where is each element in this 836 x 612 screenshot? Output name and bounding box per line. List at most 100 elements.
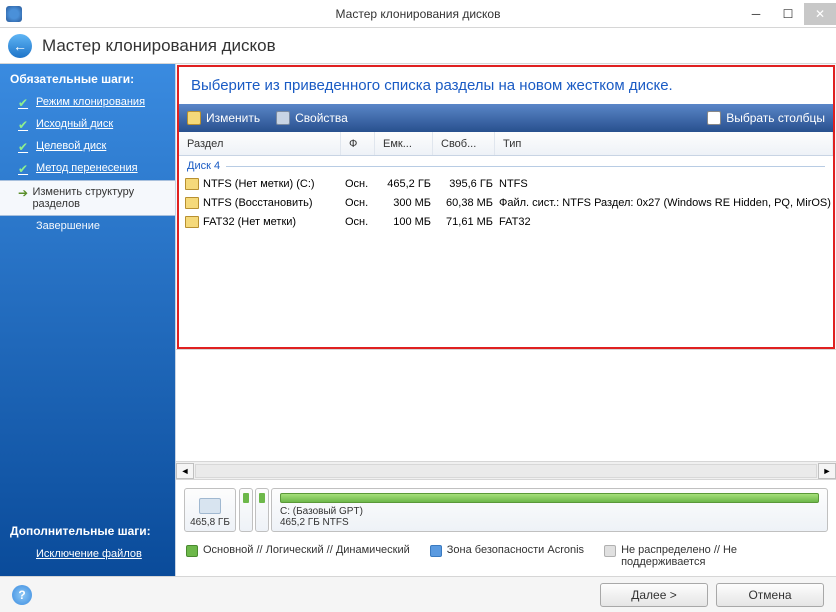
legend-swatch-gray [604,545,616,557]
sidebar-item-transfer-method[interactable]: ✔ Метод перенесения [0,158,175,180]
properties-label: Свойства [295,111,348,125]
cell-free: 71,61 МБ [437,216,499,228]
disk-map: 465,8 ГБ C: (Базовый GPT) 465,2 ГБ NTFS [176,480,836,540]
lower-panel: ◄ ► 465,8 ГБ C: (Базовый GPT) 465,2 ГБ N… [176,349,836,576]
maximize-button[interactable]: ☐ [772,3,804,25]
next-button[interactable]: Далее > [600,583,708,607]
header: ← Мастер клонирования дисков [0,28,836,64]
app-icon [6,6,22,22]
help-icon[interactable]: ? [12,585,32,605]
partition-icon [185,216,199,228]
disk-segment-small-1[interactable] [239,488,253,532]
legend-unalloc-label: Не распределено // Не поддерживается [621,544,764,568]
col-type[interactable]: Тип [495,132,833,155]
legend-zone-label: Зона безопасности Acronis [447,544,584,556]
scroll-track[interactable] [195,464,817,478]
check-icon: ✔ [18,140,30,154]
segment-size: 465,2 ГБ NTFS [280,517,819,528]
partition-panel: Выберите из приведенного списка разделы … [177,65,835,349]
sidebar-item-target-disk[interactable]: ✔ Целевой диск [0,136,175,158]
sidebar-item-source-disk[interactable]: ✔ Исходный диск [0,114,175,136]
scroll-right-icon[interactable]: ► [818,463,836,479]
sidebar: Обязательные шаги: ✔ Режим клонирования … [0,64,175,576]
table-body: Диск 4 NTFS (Нет метки) (C:) Осн. 465,2 … [179,156,833,347]
segment-bar [280,493,819,503]
edit-label: Изменить [206,111,260,125]
legend: Основной // Логический // Динамический З… [176,540,836,576]
select-columns-button[interactable]: Выбрать столбцы [707,111,825,125]
cell-flag: Осн. [345,216,379,228]
horizontal-scrollbar[interactable]: ◄ ► [176,462,836,480]
sidebar-item-label: Завершение [36,220,100,232]
col-capacity[interactable]: Емк... [375,132,433,155]
footer: ? Далее > Отмена [0,576,836,612]
cancel-button[interactable]: Отмена [716,583,824,607]
disk-segment-main[interactable]: C: (Базовый GPT) 465,2 ГБ NTFS [271,488,828,532]
back-button[interactable]: ← [8,34,32,58]
cell-free: 60,38 МБ [437,197,499,209]
sidebar-item-finish: ✔ Завершение [0,216,175,238]
legend-primary-label: Основной // Логический // Динамический [203,544,410,556]
legend-swatch-green [186,545,198,557]
check-icon: ✔ [18,118,30,132]
disk-total-label: 465,8 ГБ [190,517,230,528]
minimize-button[interactable]: ─ [740,3,772,25]
sidebar-item-label: Метод перенесения [36,162,138,174]
group-line [226,166,825,167]
sidebar-additional-title: Дополнительные шаги: [0,516,175,544]
cell-type: Файл. сист.: NTFS Раздел: 0x27 (Windows … [499,197,833,209]
sidebar-item-label: Режим клонирования [36,96,145,108]
cell-partition: NTFS (Нет метки) (C:) [203,178,345,190]
table-row[interactable]: NTFS (Восстановить) Осн. 300 МБ 60,38 МБ… [179,193,833,212]
legend-primary: Основной // Логический // Динамический [186,544,410,557]
properties-button[interactable]: Свойства [276,111,348,125]
partition-icon [185,197,199,209]
segment-label: C: (Базовый GPT) [280,506,819,517]
cell-capacity: 465,2 ГБ [379,178,437,190]
table-header: Раздел Ф Емк... Своб... Тип [179,132,833,156]
cell-type: FAT32 [499,216,833,228]
check-icon: ✔ [18,162,30,176]
cell-flag: Осн. [345,178,379,190]
columns-icon [707,111,721,125]
table-row[interactable]: FAT32 (Нет метки) Осн. 100 МБ 71,61 МБ F… [179,212,833,231]
disk-segment-small-2[interactable] [255,488,269,532]
window-title: Мастер клонирования дисков [336,7,501,21]
properties-icon [276,111,290,125]
sidebar-item-exclude-files[interactable]: ✔ Исключение файлов [0,544,175,566]
cell-capacity: 100 МБ [379,216,437,228]
toolbar: Изменить Свойства Выбрать столбцы [179,104,833,132]
sidebar-item-label: Исключение файлов [36,548,142,560]
col-flags[interactable]: Ф [341,132,375,155]
columns-label: Выбрать столбцы [726,111,825,125]
edit-button[interactable]: Изменить [187,111,260,125]
disk-icon [199,498,221,514]
cell-partition: NTFS (Восстановить) [203,197,345,209]
sidebar-item-clone-mode[interactable]: ✔ Режим клонирования [0,92,175,114]
sidebar-item-label: Целевой диск [36,140,106,152]
disk-group-label: Диск 4 [187,160,220,172]
instruction-text: Выберите из приведенного списка разделы … [179,67,833,104]
blank-area [176,350,836,462]
content: Выберите из приведенного списка разделы … [175,64,836,576]
cell-type: NTFS [499,178,833,190]
scroll-left-icon[interactable]: ◄ [176,463,194,479]
sidebar-required-title: Обязательные шаги: [0,64,175,92]
legend-zone: Зона безопасности Acronis [430,544,584,557]
disk-total-box[interactable]: 465,8 ГБ [184,488,236,532]
sidebar-item-label: Исходный диск [36,118,113,130]
table-row[interactable]: NTFS (Нет метки) (C:) Осн. 465,2 ГБ 395,… [179,174,833,193]
partition-icon [185,178,199,190]
cell-capacity: 300 МБ [379,197,437,209]
sidebar-item-label: Изменить структуру разделов [32,186,165,210]
cell-free: 395,6 ГБ [437,178,499,190]
sidebar-item-change-partitions[interactable]: ➔ Изменить структуру разделов [0,180,175,216]
col-free[interactable]: Своб... [433,132,495,155]
titlebar: Мастер клонирования дисков ─ ☐ ✕ [0,0,836,28]
check-icon: ✔ [18,96,30,110]
close-button[interactable]: ✕ [804,3,836,25]
legend-swatch-blue [430,545,442,557]
cell-partition: FAT32 (Нет метки) [203,216,345,228]
disk-group[interactable]: Диск 4 [179,156,833,174]
col-partition[interactable]: Раздел [179,132,341,155]
